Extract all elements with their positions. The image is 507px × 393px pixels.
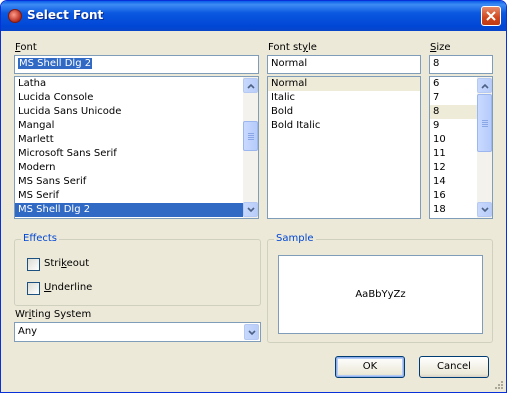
chevron-down-icon [481, 207, 489, 213]
font-style-list-item[interactable]: Italic [268, 91, 420, 105]
app-icon [8, 9, 22, 23]
sample-title: Sample [274, 233, 316, 244]
font-list-items: Latha Lucida Console Lucida Sans Unicode Ma… [15, 77, 258, 217]
font-list-item[interactable]: MS Serif [15, 189, 258, 203]
font-style-list-item[interactable]: Bold Italic [268, 119, 420, 133]
font-style-label: Font style [268, 42, 317, 53]
select-font-dialog: Select Font Font MS Shell Dlg 2 Latha Luc… [0, 0, 507, 393]
font-list[interactable]: Latha Lucida Console Lucida Sans Unicode Ma… [14, 76, 259, 219]
close-button[interactable] [481, 6, 501, 26]
sample-preview: AaBbYyZz [278, 255, 483, 334]
font-list-item[interactable]: Latha [15, 77, 258, 91]
underline-label[interactable]: Underline [44, 282, 92, 293]
size-label: Size [430, 42, 451, 53]
cancel-button[interactable]: Cancel [419, 356, 489, 378]
size-list-scrollbar[interactable] [477, 77, 492, 218]
scroll-thumb[interactable] [243, 121, 258, 151]
dropdown-button[interactable] [244, 324, 259, 340]
chevron-up-icon [247, 83, 255, 89]
chevron-down-icon [248, 330, 256, 336]
scroll-up-button[interactable] [243, 78, 258, 93]
font-list-item[interactable]: Modern [15, 161, 258, 175]
effects-group: Effects Strikeout Underline [14, 233, 261, 306]
font-list-item[interactable]: Lucida Console [15, 91, 258, 105]
writing-system-label: Writing System [15, 309, 92, 320]
scroll-down-button[interactable] [243, 202, 258, 217]
writing-system-select[interactable]: Any [14, 322, 261, 342]
font-style-list-items: Normal Italic Bold Bold Italic [268, 77, 420, 133]
font-list-item[interactable]: MS Shell Dlg 2 [15, 203, 258, 217]
font-style-input[interactable]: Normal [267, 55, 421, 74]
font-list-scrollbar[interactable] [243, 77, 258, 218]
window-title: Select Font [27, 8, 104, 22]
chevron-down-icon [247, 207, 255, 213]
sample-group: Sample AaBbYyZz [267, 233, 493, 343]
font-list-item[interactable]: Microsoft Sans Serif [15, 147, 258, 161]
font-name-input[interactable]: MS Shell Dlg 2 [14, 55, 259, 74]
font-list-item[interactable]: Lucida Sans Unicode [15, 105, 258, 119]
scroll-down-button[interactable] [477, 202, 492, 217]
font-list-item[interactable]: MS Sans Serif [15, 175, 258, 189]
font-list-item[interactable]: Marlett [15, 133, 258, 147]
strikeout-label[interactable]: Strikeout [44, 258, 89, 269]
resize-grip-icon[interactable] [493, 379, 504, 390]
chevron-up-icon [481, 83, 489, 89]
underline-checkbox[interactable] [27, 282, 40, 295]
close-icon [486, 11, 496, 21]
effects-title: Effects [21, 233, 59, 244]
scroll-thumb[interactable] [477, 94, 492, 152]
font-style-list-item[interactable]: Bold [268, 105, 420, 119]
font-style-list-item[interactable]: Normal [268, 77, 420, 91]
font-label: Font [15, 42, 37, 53]
size-input[interactable]: 8 [429, 55, 493, 74]
title-bar[interactable]: Select Font [1, 1, 506, 31]
font-style-list[interactable]: Normal Italic Bold Bold Italic [267, 76, 421, 219]
size-list[interactable]: 6 7 8 9 10 11 12 14 16 18 [429, 76, 493, 219]
strikeout-checkbox[interactable] [27, 258, 40, 271]
ok-button[interactable]: OK [335, 356, 405, 378]
font-list-item[interactable]: Mangal [15, 119, 258, 133]
scroll-up-button[interactable] [477, 78, 492, 93]
